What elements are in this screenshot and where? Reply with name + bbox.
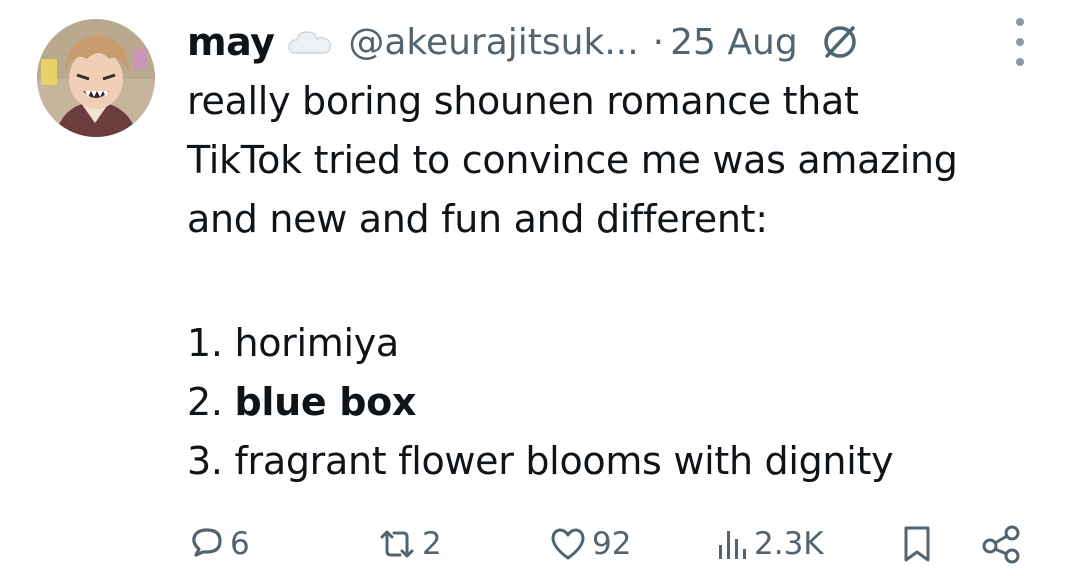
tweet-header: may @akeurajitsuk... · 25 Aug — [187, 16, 860, 68]
reply-count: 6 — [230, 526, 250, 562]
repost-button[interactable]: 2 — [376, 518, 442, 570]
heart-icon — [548, 525, 588, 563]
more-vertical-icon[interactable] — [1006, 18, 1034, 66]
tweet-text: really boring shounen romance that TikTo… — [187, 72, 1057, 249]
no-entry-circle-icon[interactable] — [820, 22, 860, 62]
reply-icon — [188, 525, 226, 563]
list-item-number: 2. — [187, 380, 235, 424]
repost-icon — [376, 525, 418, 563]
bookmark-button[interactable] — [900, 518, 934, 570]
like-button[interactable]: 92 — [548, 518, 631, 570]
list-item-number: 1. — [187, 321, 235, 365]
list-item-number: 3. — [187, 439, 235, 483]
tweet-text-line: and new and fun and different: — [187, 197, 768, 241]
repost-count: 2 — [422, 526, 442, 562]
avatar[interactable] — [37, 19, 155, 137]
action-bar: 6 2 92 2.3K — [0, 518, 1080, 570]
views-count: 2.3K — [754, 526, 824, 562]
list-item-text: fragrant flower blooms with dignity — [234, 439, 894, 483]
list-item: 3. fragrant flower blooms with dignity — [187, 432, 1057, 491]
list-item: 2. blue box — [187, 373, 1057, 432]
share-button[interactable] — [980, 518, 1022, 570]
views-bar-chart-icon — [716, 525, 750, 563]
list-item-text: blue box — [234, 380, 417, 424]
tweet-date[interactable]: 25 Aug — [670, 22, 798, 63]
reply-button[interactable]: 6 — [188, 518, 250, 570]
like-count: 92 — [592, 526, 632, 562]
tweet-text-line: TikTok tried to convince me was amazing — [187, 138, 958, 182]
cloud-icon — [286, 27, 334, 57]
author-handle[interactable]: @akeurajitsuk... — [348, 22, 638, 63]
list-item-text: horimiya — [234, 321, 399, 365]
tweet-text-line: really boring shounen romance that — [187, 79, 859, 123]
views-button[interactable]: 2.3K — [716, 518, 824, 570]
tweet-list: 1. horimiya 2. blue box 3. fragrant flow… — [187, 314, 1057, 491]
list-item: 1. horimiya — [187, 314, 1057, 373]
author-name[interactable]: may — [187, 20, 275, 64]
separator-dot: · — [652, 21, 665, 63]
bookmark-icon — [900, 524, 934, 564]
share-icon — [980, 524, 1022, 564]
